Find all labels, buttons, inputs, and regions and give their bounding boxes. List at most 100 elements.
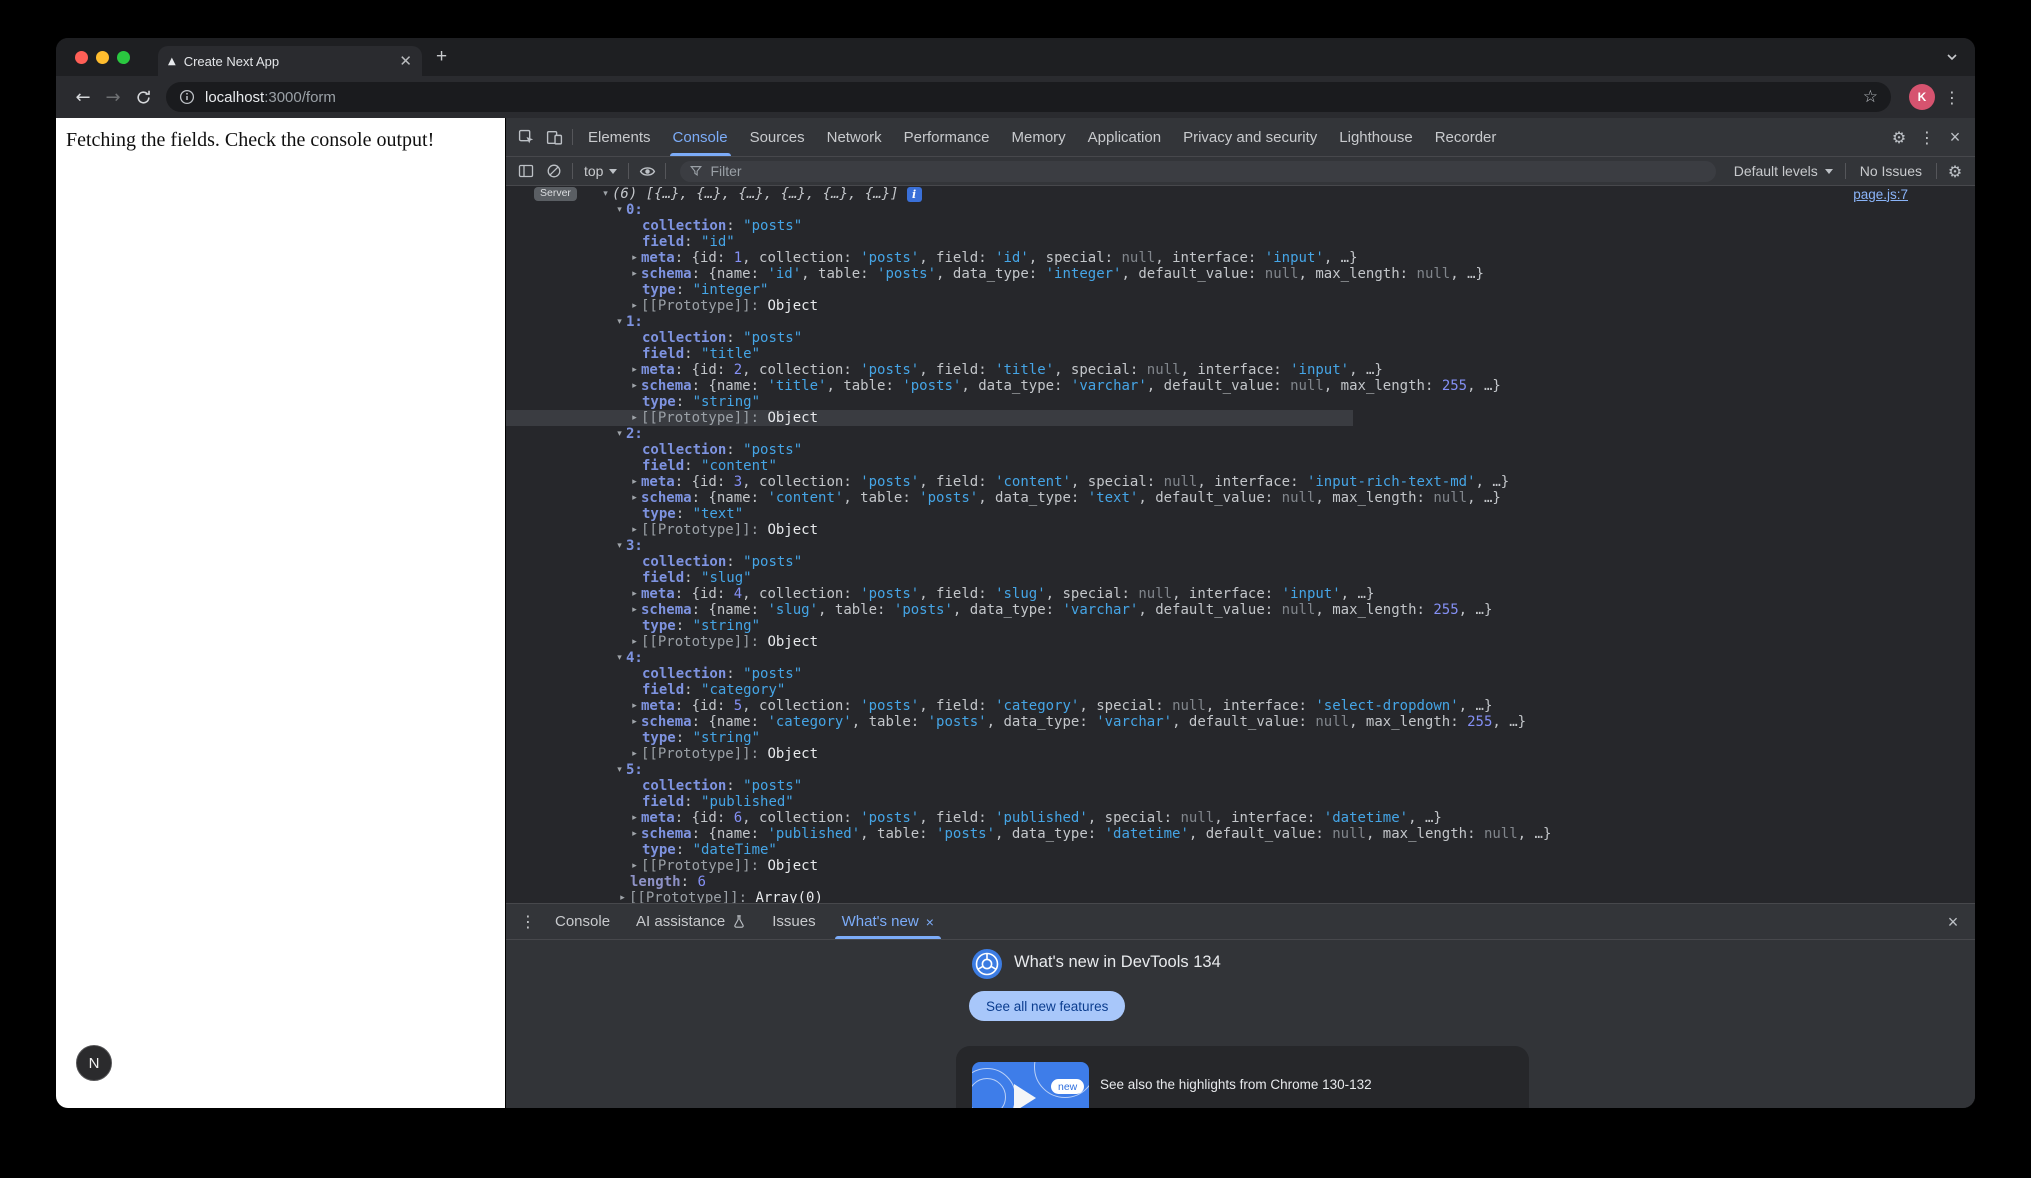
console-token: schema xyxy=(641,490,692,506)
profile-avatar[interactable]: K xyxy=(1909,84,1935,110)
inspect-element-icon[interactable] xyxy=(512,124,540,150)
info-badge-icon[interactable]: i xyxy=(907,187,922,202)
close-window-button[interactable] xyxy=(75,51,88,64)
console-token: null xyxy=(1138,586,1172,602)
forward-button[interactable]: → xyxy=(98,87,128,108)
console-token: type xyxy=(642,282,676,298)
device-toolbar-icon[interactable] xyxy=(540,124,568,150)
tab-lighthouse[interactable]: Lighthouse xyxy=(1328,118,1423,156)
console-token: : xyxy=(676,506,693,522)
drawer-tabbar: ⋮ ConsoleAI assistanceIssuesWhat's new× … xyxy=(506,903,1975,940)
tab-console[interactable]: Console xyxy=(662,118,739,156)
browser-tab[interactable]: ▲ Create Next App ✕ xyxy=(158,46,422,76)
expand-icon[interactable]: ▸ xyxy=(628,861,641,871)
settings-gear-icon[interactable]: ⚙ xyxy=(1885,124,1913,150)
expand-icon[interactable]: ▸ xyxy=(628,605,641,615)
collapse-icon[interactable]: ▾ xyxy=(599,189,612,199)
fullscreen-window-button[interactable] xyxy=(117,51,130,64)
expand-icon[interactable]: ▸ xyxy=(628,381,641,391)
context-selector[interactable]: top xyxy=(577,163,624,179)
console-token: 'published' xyxy=(767,826,860,842)
console-token: 'posts' xyxy=(860,586,919,602)
console-token: : xyxy=(675,250,692,266)
reload-button[interactable] xyxy=(128,89,158,106)
minimize-window-button[interactable] xyxy=(96,51,109,64)
console-token: schema xyxy=(641,266,692,282)
nextjs-dev-badge[interactable]: N xyxy=(76,1045,112,1081)
expand-icon[interactable]: ▸ xyxy=(628,253,641,263)
expand-icon[interactable]: ▸ xyxy=(628,829,641,839)
console-row: ▸meta: {id: 5, collection: 'posts', fiel… xyxy=(506,698,1975,714)
close-drawer-icon[interactable]: × xyxy=(1939,909,1967,935)
tab-performance[interactable]: Performance xyxy=(893,118,1001,156)
collapse-icon[interactable]: ▾ xyxy=(613,205,626,215)
console-sidebar-icon[interactable] xyxy=(512,158,540,184)
expand-icon[interactable]: ▸ xyxy=(628,701,641,711)
expand-icon[interactable]: ▸ xyxy=(628,525,641,535)
drawer-tab-ai-assistance[interactable]: AI assistance xyxy=(623,904,759,939)
console-token: : xyxy=(684,570,701,586)
filter-input[interactable]: Filter xyxy=(680,161,1715,182)
log-levels-dropdown[interactable]: Default levels xyxy=(1726,163,1841,179)
expand-icon[interactable]: ▸ xyxy=(628,813,641,823)
collapse-icon[interactable]: ▾ xyxy=(613,653,626,663)
expand-icon[interactable]: ▸ xyxy=(628,413,641,423)
clear-console-icon[interactable] xyxy=(540,158,568,184)
address-bar[interactable]: localhost:3000/form ☆ xyxy=(166,82,1891,112)
tab-elements[interactable]: Elements xyxy=(577,118,662,156)
see-all-features-button[interactable]: See all new features xyxy=(969,991,1125,1021)
expand-icon[interactable]: ▸ xyxy=(628,493,641,503)
bookmark-star-icon[interactable]: ☆ xyxy=(1863,87,1878,107)
desktop: { "browser": { "tab_title": "Create Next… xyxy=(0,0,2031,1178)
console-settings-gear-icon[interactable]: ⚙ xyxy=(1941,158,1969,184)
console-token: type xyxy=(642,842,676,858)
console-token: "content" xyxy=(701,458,777,474)
new-tab-button[interactable]: + xyxy=(436,46,447,68)
console-token: "string" xyxy=(693,618,760,634)
tab-privacy-and-security[interactable]: Privacy and security xyxy=(1172,118,1328,156)
console-row: field: "content" xyxy=(506,458,1975,474)
site-info-icon[interactable] xyxy=(179,89,195,105)
devtools-menu-icon[interactable]: ⋮ xyxy=(1913,124,1941,150)
issues-counter[interactable]: No Issues xyxy=(1850,163,1932,179)
expand-icon[interactable]: ▸ xyxy=(628,589,641,599)
array-index: 5: xyxy=(626,762,643,778)
close-whats-new-tab-icon[interactable]: × xyxy=(926,914,934,930)
close-devtools-icon[interactable]: × xyxy=(1941,124,1969,150)
console-token: , default_value: xyxy=(1121,266,1264,282)
drawer-tab-what-s-new[interactable]: What's new× xyxy=(829,904,947,939)
expand-icon[interactable]: ▸ xyxy=(628,365,641,375)
tab-sources[interactable]: Sources xyxy=(739,118,816,156)
expand-icon[interactable]: ▸ xyxy=(628,269,641,279)
collapse-icon[interactable]: ▾ xyxy=(613,541,626,551)
collapse-icon[interactable]: ▾ xyxy=(613,765,626,775)
expand-icon[interactable]: ▸ xyxy=(628,301,641,311)
console-source-link[interactable]: page.js:7 xyxy=(1853,187,1908,202)
back-button[interactable]: ← xyxy=(68,87,98,108)
chevron-down-icon[interactable] xyxy=(1945,50,1959,64)
console-token: , special: xyxy=(1029,250,1122,266)
highlights-card[interactable]: new See also the highlights from Chrome … xyxy=(956,1046,1529,1108)
tab-network[interactable]: Network xyxy=(816,118,893,156)
divider xyxy=(572,129,573,145)
expand-icon[interactable]: ▸ xyxy=(628,749,641,759)
expand-icon[interactable]: ▸ xyxy=(628,637,641,647)
expand-icon[interactable]: ▸ xyxy=(628,717,641,727)
expand-icon[interactable]: ▸ xyxy=(616,893,629,903)
drawer-tab-console[interactable]: Console xyxy=(542,904,623,939)
live-expression-eye-icon[interactable] xyxy=(633,158,661,184)
browser-menu-icon[interactable]: ⋮ xyxy=(1941,88,1963,107)
tab-application[interactable]: Application xyxy=(1077,118,1172,156)
tab-memory[interactable]: Memory xyxy=(1001,118,1077,156)
expand-icon[interactable]: ▸ xyxy=(628,477,641,487)
drawer-tab-issues[interactable]: Issues xyxy=(759,904,828,939)
collapse-icon[interactable]: ▾ xyxy=(613,317,626,327)
close-tab-icon[interactable]: ✕ xyxy=(399,54,412,69)
collapse-icon[interactable]: ▾ xyxy=(613,429,626,439)
tab-recorder[interactable]: Recorder xyxy=(1424,118,1508,156)
drawer-menu-icon[interactable]: ⋮ xyxy=(514,909,542,935)
console-token: {id: xyxy=(692,698,734,714)
console-token: , …} xyxy=(1459,698,1493,714)
console-token: schema xyxy=(641,378,692,394)
console-token: : xyxy=(675,810,692,826)
